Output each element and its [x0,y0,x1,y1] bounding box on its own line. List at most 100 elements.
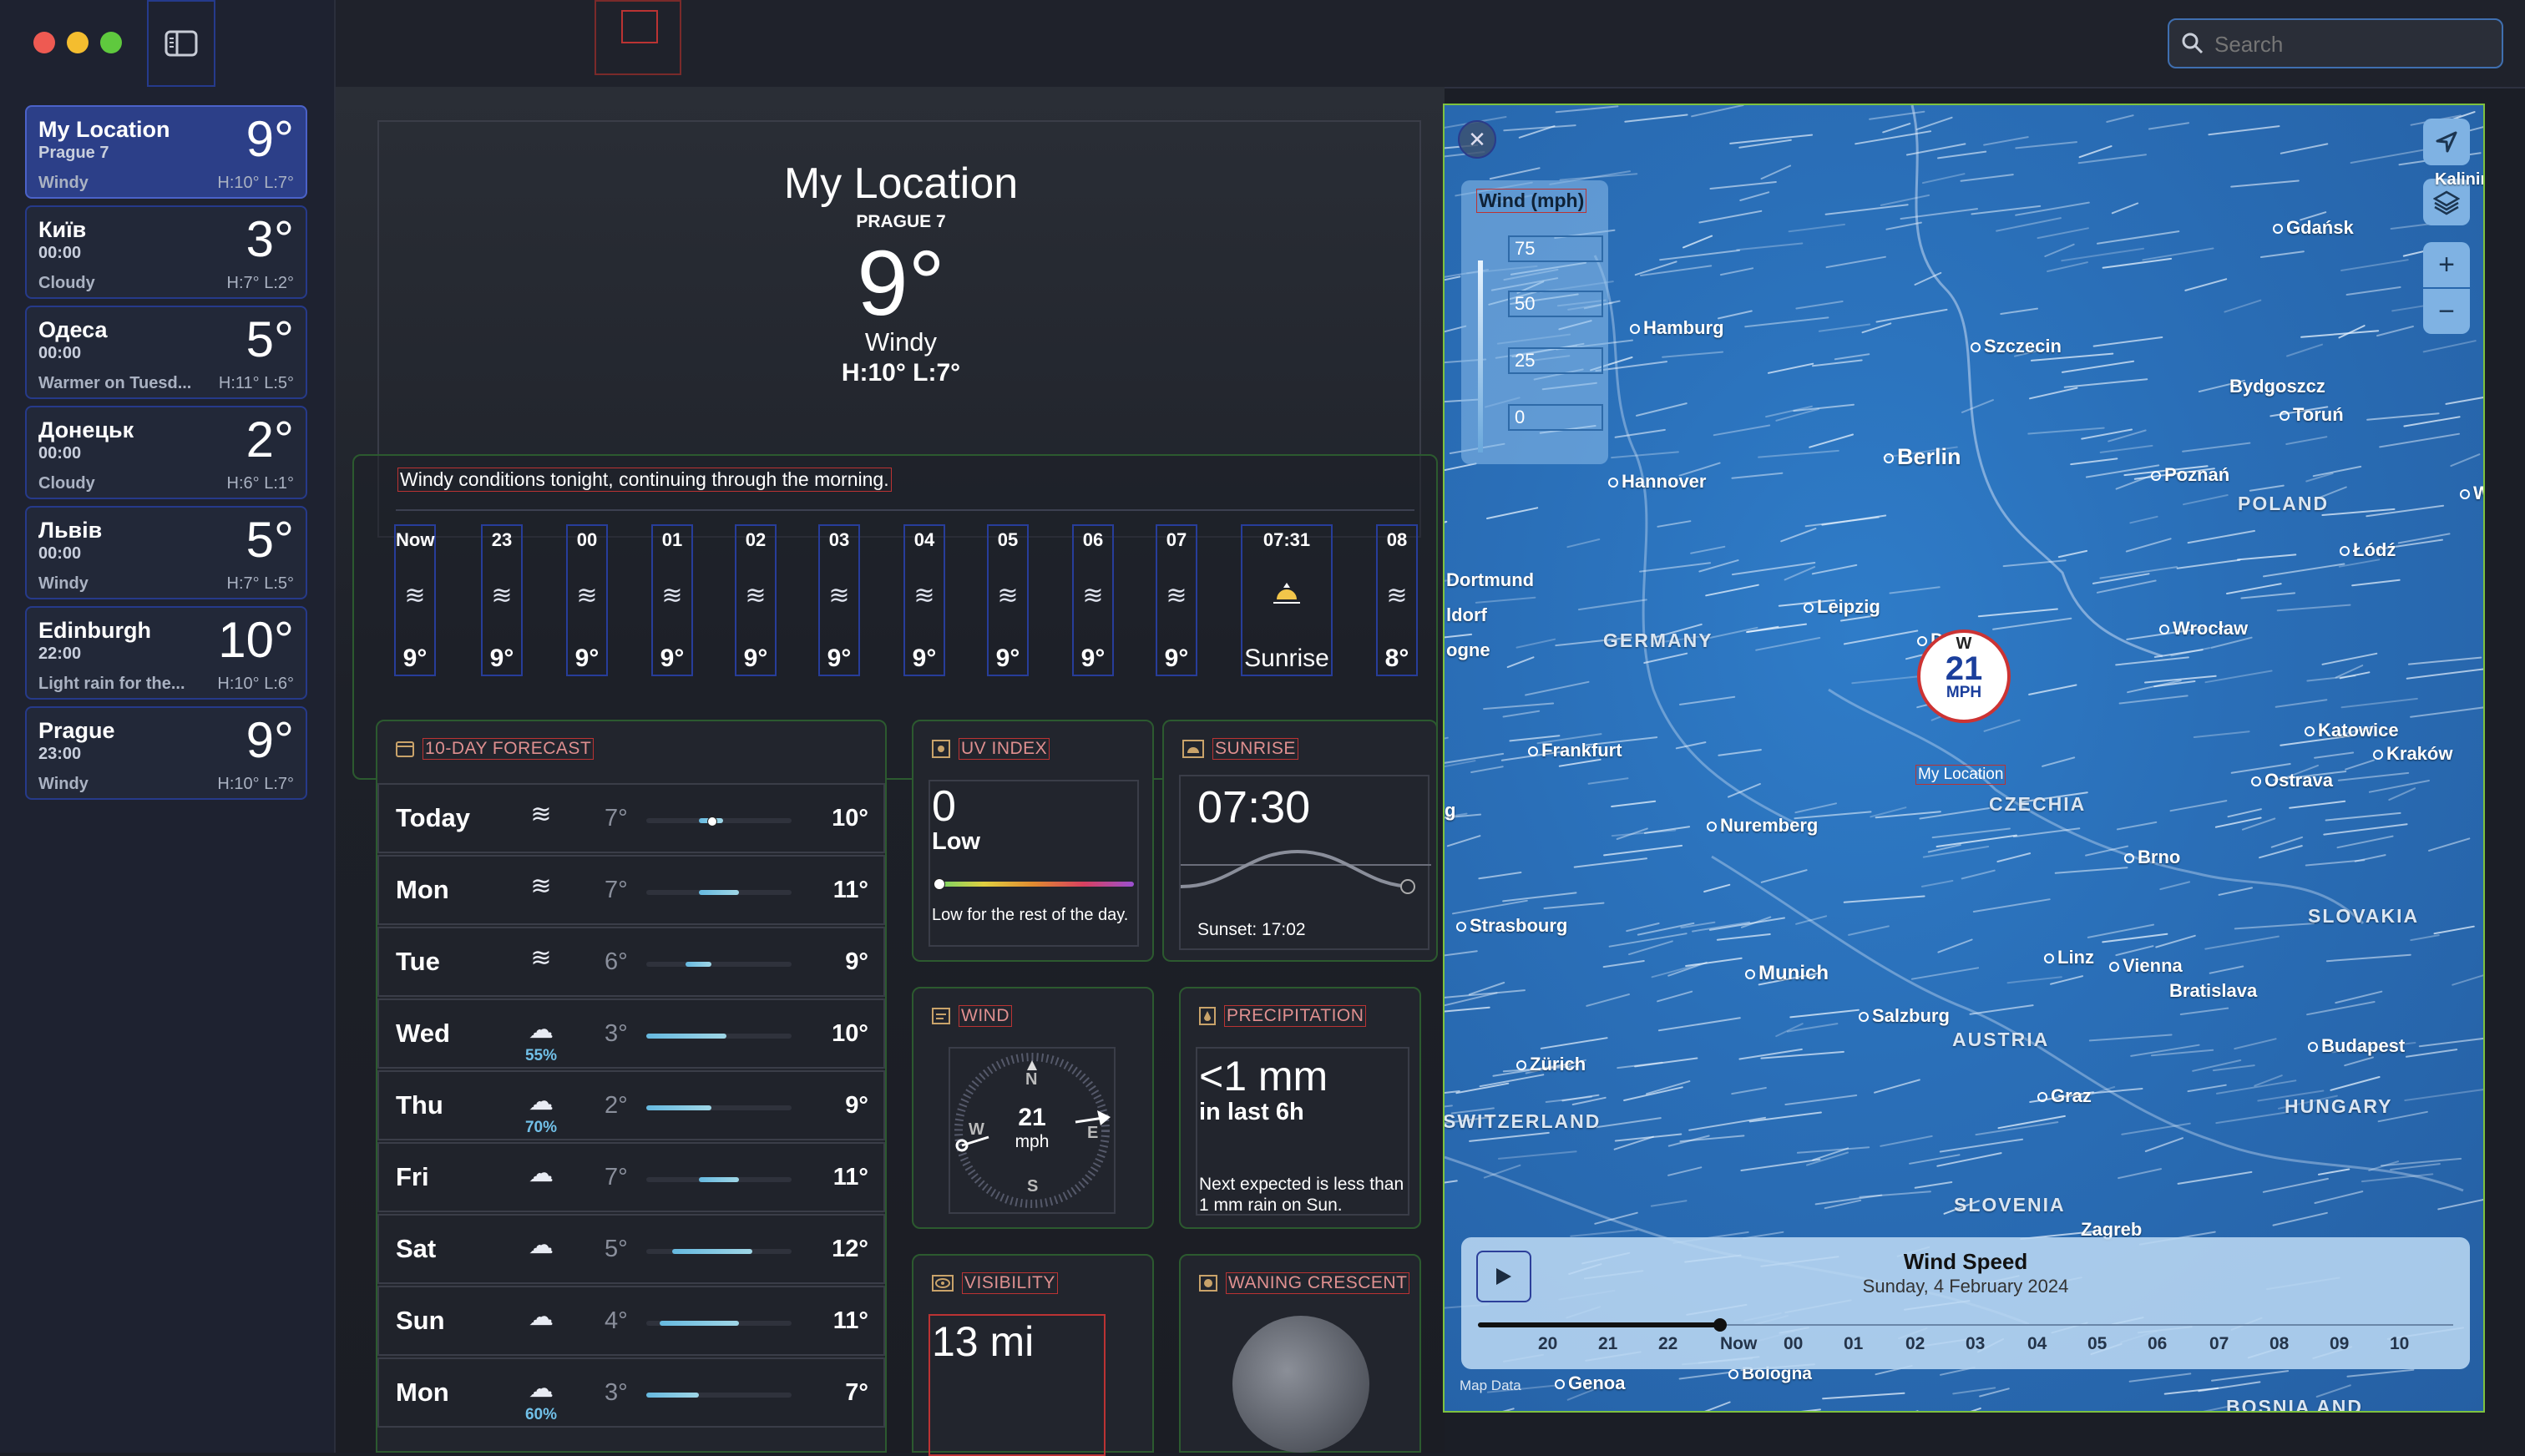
zoom-in-button[interactable]: + [2423,242,2470,287]
temp-range-bar [646,1393,699,1398]
precip-chance: 55% [524,1047,558,1064]
timeline-scrubber[interactable] [1713,1318,1727,1332]
minimize-window-button[interactable] [67,32,89,53]
sunrise-inner: 07:30 Sunset: 17:02 [1179,775,1431,950]
forecast-low: 7° [605,1164,628,1191]
wind-icon: ≋ [530,801,552,828]
locate-button[interactable] [2423,119,2470,165]
hour-column: Now ≋ 9° [394,524,436,676]
map-city-label: Toruń [2280,404,2344,426]
zoom-out-button[interactable]: − [2423,289,2470,334]
map-city-label: Frankfurt [1528,740,1622,761]
hour-time: 02 [745,529,767,550]
forecast-low: 6° [605,948,628,975]
location-condition: Windy [38,574,89,593]
eye-icon [932,1275,954,1292]
location-subtitle: Prague 7 [38,144,109,162]
moon-image [1232,1316,1369,1453]
precip-note: Next expected is less than 1 mm rain on … [1199,1175,1404,1215]
compass-n: N [1025,1070,1038,1089]
forecast-low: 7° [605,805,628,832]
wind-map[interactable]: Wind (mph) 75 50 25 0 ✕ + − Gdańsk Hambu… [1443,104,2485,1413]
map-city-label: g [1445,800,1456,821]
forecast-row: Mon ≋ 7° 11° [377,855,885,925]
cloud-rain-icon: ☁ [529,1088,554,1115]
search-field[interactable] [2168,18,2503,68]
map-city-label: Vienna [2109,955,2183,977]
map-data-link[interactable]: Map Data [1460,1378,1521,1394]
toolbar-placeholder-button[interactable] [595,0,681,75]
precip-chance: 70% [524,1119,558,1136]
hour-time: 05 [997,529,1019,550]
wind-icon: ≋ [1166,582,1187,609]
location-item-odesa[interactable]: Одеса 00:00 5° Warmer on Tuesd... H:11° … [25,306,307,399]
location-item-edinburgh[interactable]: Edinburgh 22:00 10° Light rain for the..… [25,606,307,700]
location-condition: Windy [38,174,89,192]
card-header: WANING CRESCENT [1199,1272,1410,1294]
location-hilo: H:7° L:2° [226,274,294,292]
hour-temp: 9° [743,645,768,672]
map-close-button[interactable]: ✕ [1458,120,1496,159]
location-item-prague[interactable]: Prague 23:00 9° Windy H:10° L:7° [25,706,307,800]
location-name: Львів [38,518,103,543]
location-hilo: H:10° L:7° [217,775,294,793]
location-name: Prague [38,718,115,743]
current-temp-dot [707,816,718,827]
location-hilo: H:10° L:7° [217,174,294,192]
map-city-label: Linz [2044,947,2094,968]
temp-range-track [646,1105,792,1110]
location-subtitle: 00:00 [38,444,82,463]
search-icon [2182,33,2204,54]
hour-time: 06 [1082,529,1104,550]
hour-temp: 9° [402,645,428,672]
location-condition: Windy [38,775,89,793]
hour-time: 23 [491,529,513,550]
card-title: SUNRISE [1212,738,1298,760]
timeline-label: 03 [1966,1334,1986,1353]
visibility-value: 13 mi [932,1318,1035,1365]
map-city-label: Bratislava [2169,980,2258,1001]
temp-range-bar [646,1034,726,1039]
card-title: PRECIPITATION [1224,1005,1367,1027]
map-city-label: Szczecin [1971,336,2062,357]
hourly-divider [396,509,1414,511]
zoom-window-button[interactable] [100,32,122,53]
temp-range-bar [698,1177,740,1182]
search-input[interactable] [2213,28,2492,60]
forecast-day: Wed [396,1019,450,1048]
location-item-lviv[interactable]: Львів 00:00 5° Windy H:7° L:5° [25,506,307,599]
location-temp: 3° [245,211,294,267]
timeline-label: 00 [1784,1334,1804,1353]
location-wind-marker[interactable]: W 21 MPH [1917,629,2011,723]
sidebar: My Location Prague 7 9° Windy H:10° L:7°… [0,0,336,1453]
visibility-card: VISIBILITY 13 mi [912,1254,1154,1456]
temp-range-track [646,890,792,895]
location-item-kyiv[interactable]: Київ 00:00 3° Cloudy H:7° L:2° [25,205,307,299]
wind-icon: ≋ [576,582,598,609]
hour-column: 00 ≋ 9° [566,524,608,676]
timeline-label: 22 [1658,1334,1678,1353]
hour-temp: 8° [1384,645,1409,672]
uv-level: Low [932,828,980,855]
timeline-label: 07 [2209,1334,2229,1353]
sidebar-toggle-button[interactable] [147,0,215,87]
legend-scale [1478,260,1483,452]
close-window-button[interactable] [33,32,55,53]
wind-icon: ≋ [828,582,850,609]
card-header: SUNRISE [1182,738,1298,760]
map-city-label: ldorf [1446,604,1487,625]
wind-icon: ≋ [997,582,1019,609]
location-subtitle: 00:00 [38,344,82,362]
map-country-label: HUNGARY [2285,1095,2393,1117]
location-subtitle: 23:00 [38,745,82,763]
map-city-label: Dortmund [1446,569,1535,590]
timeline-label: 09 [2330,1334,2350,1353]
forecast-row: Tue ≋ 6° 9° [377,927,885,997]
forecast-low: 4° [605,1307,628,1334]
location-item-my-location[interactable]: My Location Prague 7 9° Windy H:10° L:7° [25,105,307,199]
location-item-donetsk[interactable]: Донецьк 00:00 2° Cloudy H:6° L:1° [25,406,307,499]
map-city-label: Brno [2124,847,2180,868]
card-header: WIND [932,1005,1012,1027]
card-header: VISIBILITY [932,1272,1058,1294]
plus-icon: + [2438,248,2455,281]
